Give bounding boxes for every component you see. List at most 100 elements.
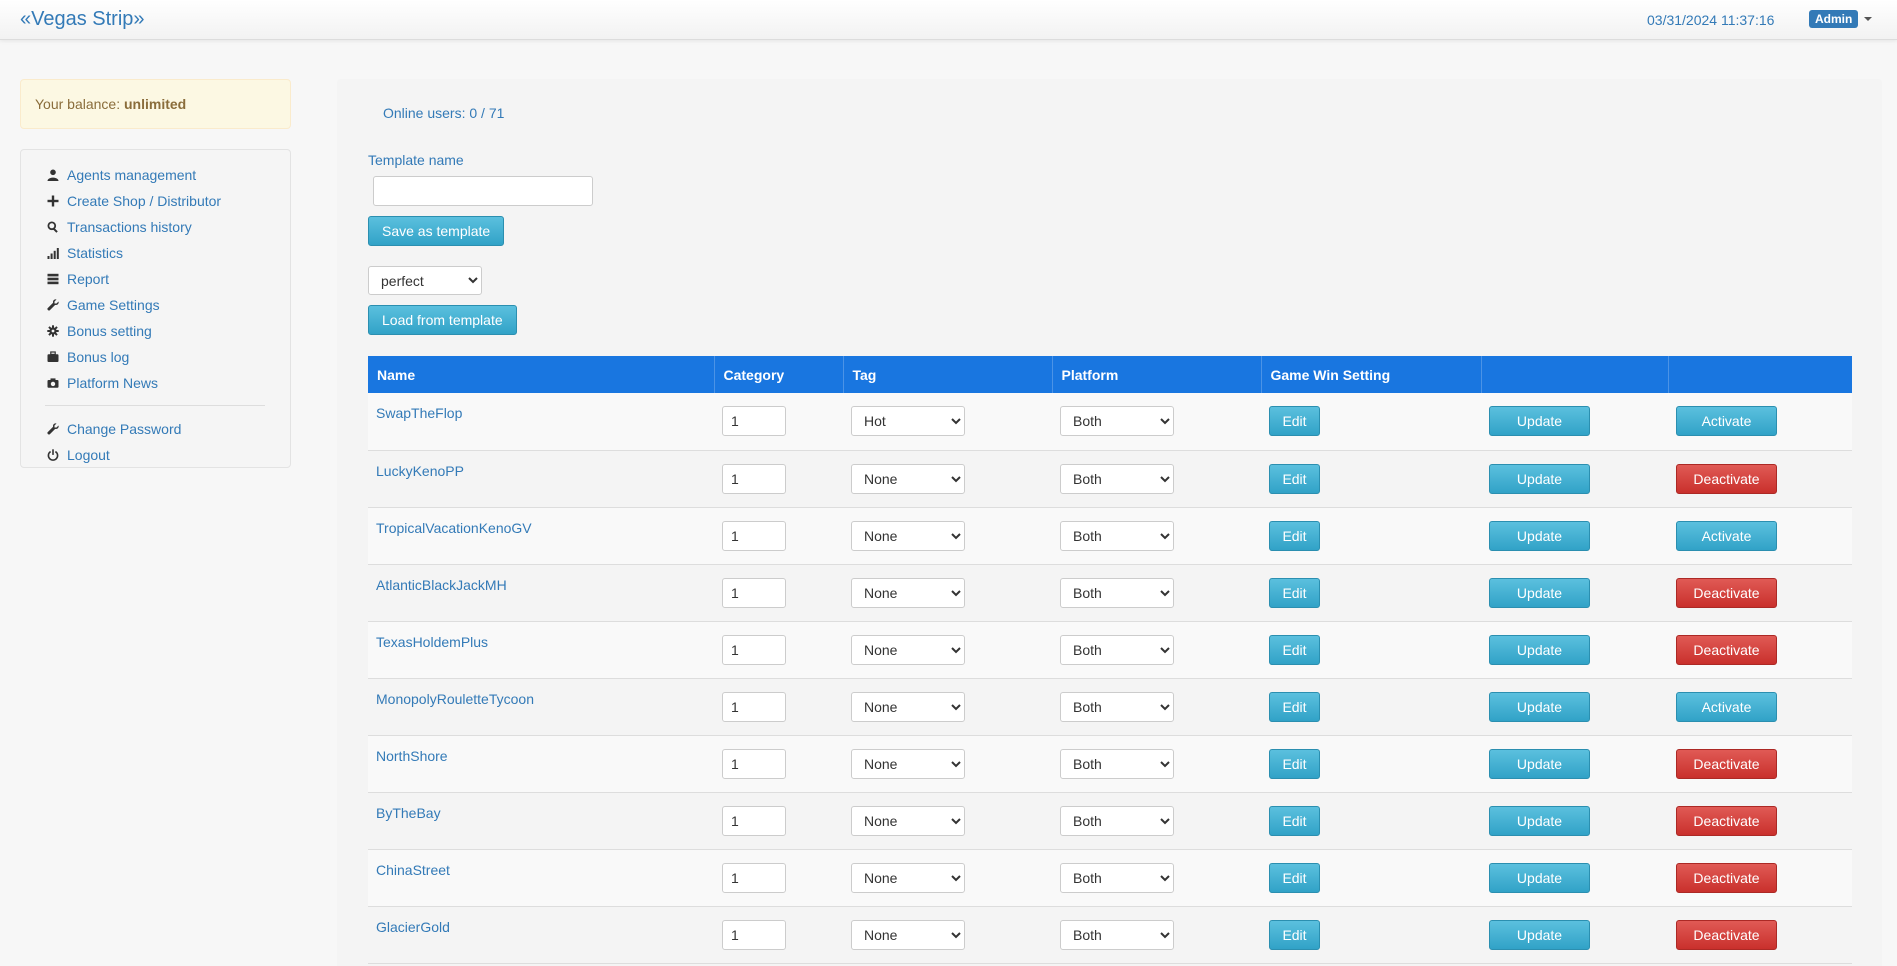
brand-link[interactable]: «Vegas Strip» [20,8,145,31]
game-name-link[interactable]: ChinaStreet [376,862,450,878]
sidebar-item-label[interactable]: Logout [67,447,110,463]
user-badge[interactable]: Admin [1809,10,1859,28]
category-input[interactable] [722,577,786,608]
tag-select[interactable]: None [851,748,965,779]
sidebar-item-statistics[interactable]: Statistics [45,240,290,266]
tag-select[interactable]: None [851,520,965,551]
platform-select[interactable]: Both [1060,520,1174,551]
update-button[interactable]: Update [1489,406,1590,437]
category-input[interactable] [722,406,786,437]
platform-select[interactable]: Both [1060,919,1174,950]
edit-button[interactable]: Edit [1269,691,1320,722]
tag-select[interactable]: None [851,805,965,836]
tag-select[interactable]: None [851,691,965,722]
deactivate-button[interactable]: Deactivate [1676,862,1777,893]
category-input[interactable] [722,634,786,665]
update-button[interactable]: Update [1489,919,1590,950]
update-button[interactable]: Update [1489,805,1590,836]
tag-select[interactable]: None [851,919,965,950]
category-input[interactable] [722,805,786,836]
game-name-link[interactable]: MonopolyRouletteTycoon [376,691,534,707]
sidebar-item-platform-news[interactable]: Platform News [45,370,290,396]
edit-button[interactable]: Edit [1269,463,1320,494]
game-name-link[interactable]: AtlanticBlackJackMH [376,577,507,593]
game-name-link[interactable]: LuckyKenoPP [376,463,464,479]
deactivate-button[interactable]: Deactivate [1676,463,1777,494]
edit-button[interactable]: Edit [1269,748,1320,779]
platform-select[interactable]: Both [1060,862,1174,893]
sidebar-item-logout[interactable]: Logout [45,442,290,468]
update-button[interactable]: Update [1489,748,1590,779]
deactivate-button[interactable]: Deactivate [1676,919,1777,950]
game-name-link[interactable]: TropicalVacationKenoGV [376,520,532,536]
game-name-link[interactable]: NorthShore [376,748,448,764]
edit-button[interactable]: Edit [1269,919,1320,950]
platform-select[interactable]: Both [1060,748,1174,779]
activate-button[interactable]: Activate [1676,691,1777,722]
sidebar-item-create-shop-distributor[interactable]: Create Shop / Distributor [45,188,290,214]
platform-select[interactable]: Both [1060,406,1174,437]
sidebar-item-change-password[interactable]: Change Password [45,416,290,442]
tag-select[interactable]: None [851,634,965,665]
category-input[interactable] [722,463,786,494]
template-select[interactable]: perfect [368,266,482,295]
sidebar-item-label[interactable]: Statistics [67,245,123,261]
category-input[interactable] [722,919,786,950]
update-button[interactable]: Update [1489,634,1590,665]
sidebar-item-report[interactable]: Report [45,266,290,292]
game-name-link[interactable]: TexasHoldemPlus [376,634,488,650]
platform-select[interactable]: Both [1060,691,1174,722]
tag-select[interactable]: None [851,862,965,893]
edit-button[interactable]: Edit [1269,805,1320,836]
update-button[interactable]: Update [1489,691,1590,722]
update-button[interactable]: Update [1489,520,1590,551]
platform-select[interactable]: Both [1060,634,1174,665]
sidebar-item-label[interactable]: Bonus log [67,349,129,365]
template-name-input[interactable] [373,176,593,206]
update-button[interactable]: Update [1489,577,1590,608]
platform-select[interactable]: Both [1060,577,1174,608]
activate-button[interactable]: Activate [1676,520,1777,551]
sidebar-item-agents-management[interactable]: Agents management [45,162,290,188]
game-name-link[interactable]: GlacierGold [376,919,450,935]
sidebar-item-label[interactable]: Bonus setting [67,323,152,339]
activate-button[interactable]: Activate [1676,406,1777,437]
deactivate-button[interactable]: Deactivate [1676,805,1777,836]
category-input[interactable] [722,862,786,893]
tag-select[interactable]: Hot [851,406,965,437]
game-name-link[interactable]: SwapTheFlop [376,405,462,421]
tag-select[interactable]: None [851,463,965,494]
save-as-template-button[interactable]: Save as template [368,216,505,246]
deactivate-button[interactable]: Deactivate [1676,748,1777,779]
sidebar-item-game-settings[interactable]: Game Settings [45,292,290,318]
update-button[interactable]: Update [1489,463,1590,494]
deactivate-button[interactable]: Deactivate [1676,634,1777,665]
sidebar-item-label[interactable]: Platform News [67,375,158,391]
edit-button[interactable]: Edit [1269,634,1320,665]
sidebar-item-transactions-history[interactable]: Transactions history [45,214,290,240]
category-input[interactable] [722,691,786,722]
sidebar-item-bonus-setting[interactable]: Bonus setting [45,318,290,344]
category-input[interactable] [722,748,786,779]
user-menu[interactable]: Admin [1809,10,1873,28]
edit-button[interactable]: Edit [1269,520,1320,551]
sidebar-item-label[interactable]: Agents management [67,167,196,183]
sidebar-item-label[interactable]: Game Settings [67,297,160,313]
sidebar-item-label[interactable]: Report [67,271,109,287]
tag-select[interactable]: None [851,577,965,608]
sidebar-item-label[interactable]: Change Password [67,421,181,437]
caret-down-icon[interactable] [1864,17,1873,21]
edit-button[interactable]: Edit [1269,862,1320,893]
sidebar-item-label[interactable]: Create Shop / Distributor [67,193,221,209]
update-button[interactable]: Update [1489,862,1590,893]
sidebar-item-bonus-log[interactable]: Bonus log [45,344,290,370]
game-name-link[interactable]: ByTheBay [376,805,441,821]
sidebar-item-label[interactable]: Transactions history [67,219,192,235]
edit-button[interactable]: Edit [1269,577,1320,608]
category-input[interactable] [722,520,786,551]
platform-select[interactable]: Both [1060,463,1174,494]
platform-select[interactable]: Both [1060,805,1174,836]
deactivate-button[interactable]: Deactivate [1676,577,1777,608]
edit-button[interactable]: Edit [1269,406,1320,437]
load-from-template-button[interactable]: Load from template [368,305,517,335]
